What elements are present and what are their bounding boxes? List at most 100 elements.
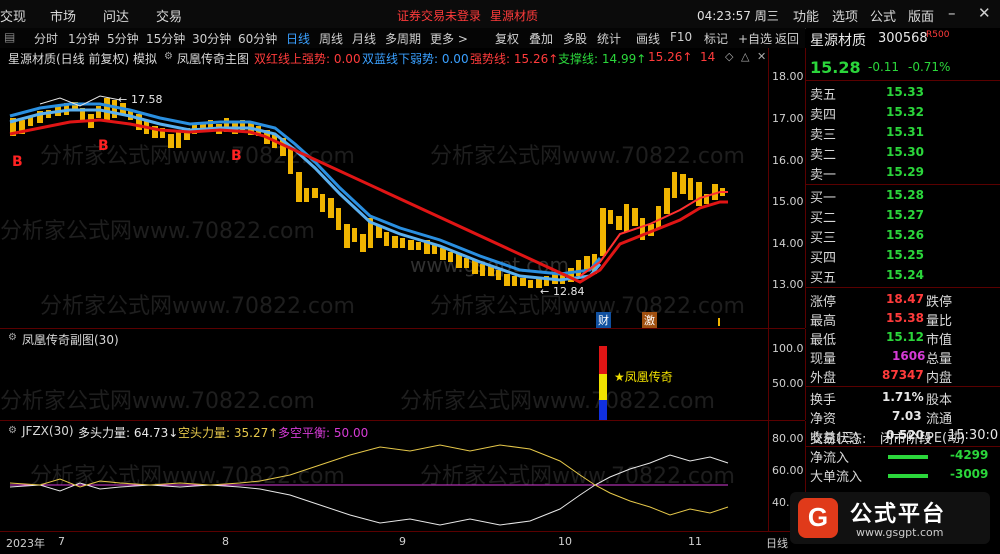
ask-price: 15.29 [886,165,924,179]
candle [448,252,453,262]
statistics-button[interactable]: 统计 [597,30,621,47]
sub-chart1-title[interactable]: 凤凰传奇副图(30) [22,331,119,348]
menu-options[interactable]: 选项 [832,6,858,25]
low-marker: ← [540,285,550,298]
period-more[interactable]: 更多 > [430,30,468,47]
settings-icon[interactable]: ⚙ [8,332,17,343]
price-change: -0.11 [868,60,900,74]
menu-market[interactable]: 市场 [50,6,76,25]
y-tick-label: 60.00 [772,464,804,477]
buy-marker[interactable]: B [98,138,109,154]
y-tick-label: 18.00 [772,70,804,83]
menu-formula[interactable]: 公式 [870,6,896,25]
ask-price: 15.32 [886,105,924,119]
bid-row[interactable]: 买一 15.28 [806,186,1000,206]
stat-label: 总量 [926,352,953,367]
ask-row[interactable]: 卖三 15.31 [806,123,1000,143]
stock-name: 星源材质 [810,33,866,49]
bid-price: 15.28 [886,188,924,202]
menu-wenda[interactable]: 问达 [103,6,129,25]
back-button[interactable]: 返回 [775,30,799,47]
candle [352,228,357,242]
adjust-button[interactable]: 复权 [495,30,519,47]
draw-line-button[interactable]: 画线 [636,30,660,47]
bid-row[interactable]: 买四 15.25 [806,246,1000,266]
ask-row[interactable]: 卖五 15.33 [806,83,1000,103]
menu-trade[interactable]: 交易 [156,6,182,25]
period-5min[interactable]: 5分钟 [107,30,139,47]
ask-row[interactable]: 卖二 15.30 [806,143,1000,163]
period-monthly[interactable]: 月线 [352,30,376,47]
candlesticks [10,98,725,288]
stat-label: 现量 [810,352,837,367]
multi-stock-button[interactable]: 多股 [563,30,587,47]
menu-trade-app[interactable]: 交现 [0,6,26,25]
stat-row: 涨停 18.47 跌停 [806,290,1000,310]
period-tick[interactable]: 分时 [34,30,58,47]
ask-price: 15.30 [886,145,924,159]
high-price-label: 17.58 [131,93,163,106]
candle [656,206,661,228]
red-strong-line [9,118,728,284]
stat-value: 15.12 [886,330,924,344]
big-inflow-label: 大单流入 [810,470,863,485]
bid-label: 买三 [810,231,837,246]
ask-row[interactable]: 卖四 15.32 [806,103,1000,123]
bid-label: 买二 [810,211,837,226]
period-weekly[interactable]: 周线 [319,30,343,47]
period-15min[interactable]: 15分钟 [146,30,185,47]
minimize-icon[interactable]: – [948,4,956,22]
signal-text: ★凤凰传奇 [614,370,673,384]
candle [696,182,702,206]
add-favorite-button[interactable]: +自选 [738,30,772,47]
low-price-label: 12.84 [553,285,585,298]
stat-label: 涨停 [810,295,837,310]
period-label: 日线 [766,537,788,550]
candle [392,236,398,248]
stat-value: 1.71% [882,390,924,404]
net-inflow-value: -4299 [950,448,989,462]
buy-marker[interactable]: B [12,154,23,170]
close-icon[interactable]: ✕ [978,4,991,22]
stat-value: 7.03 [892,409,922,423]
stat-label: 股本 [926,393,953,408]
period-60min[interactable]: 60分钟 [238,30,277,47]
stat-label: 净资 [810,412,837,427]
candle [664,188,670,214]
candle [336,208,341,230]
ask-row[interactable]: 卖一 15.29 [806,163,1000,183]
bid-row[interactable]: 买二 15.27 [806,206,1000,226]
candle [96,106,101,118]
incentive-badge[interactable]: 激 [642,312,657,328]
net-inflow-bar [888,455,928,459]
period-daily[interactable]: 日线 [286,30,310,47]
bid-price: 15.25 [886,248,924,262]
candle [400,238,405,248]
stat-label: 跌停 [926,295,953,310]
candle [168,134,174,148]
sub-chart1-panel[interactable] [0,329,806,420]
period-1min[interactable]: 1分钟 [68,30,100,47]
divider [806,184,1000,185]
bid-row[interactable]: 买五 15.24 [806,266,1000,286]
mark-button[interactable]: 标记 [704,30,728,47]
menu-function[interactable]: 功能 [793,6,819,25]
buy-marker[interactable]: B [231,148,242,164]
bid-row[interactable]: 买三 15.26 [806,226,1000,246]
site-logo: G 公式平台 www.gsgpt.com [790,492,990,544]
panel-divider[interactable] [0,328,805,329]
overlay-button[interactable]: 叠加 [529,30,553,47]
f10-button[interactable]: F10 [670,30,692,44]
finance-badge[interactable]: 财 [596,312,611,328]
period-30min[interactable]: 30分钟 [192,30,231,47]
price-chart[interactable] [0,48,768,328]
stat-row: 最高 15.38 量比 [806,309,1000,329]
login-warning[interactable]: 证券交易未登录 [397,7,481,24]
big-inflow-bar [888,474,928,478]
bull-bear-chart[interactable] [0,421,768,531]
stock-tag: R500 [926,30,950,40]
ask-label: 卖二 [810,148,837,163]
period-multi[interactable]: 多周期 [385,30,421,47]
toolbar-grip-icon: ▤ [4,30,16,44]
menu-layout[interactable]: 版面 [908,6,934,25]
